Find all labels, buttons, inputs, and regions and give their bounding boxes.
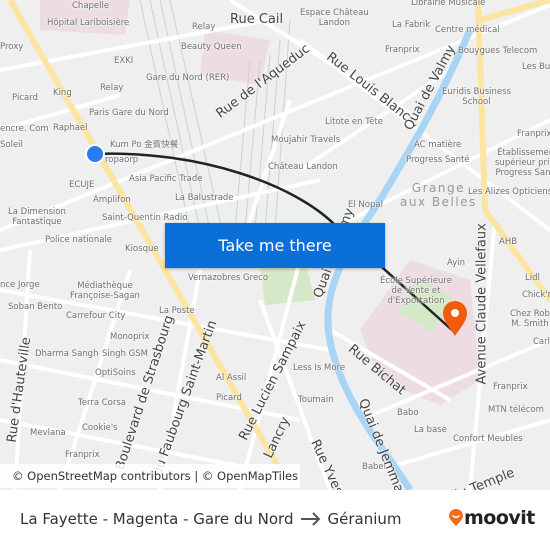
trip-destination: Géranium: [327, 510, 402, 528]
poi-label: Relay: [192, 22, 216, 32]
arrow-right-icon: [300, 512, 320, 526]
poi-label: Cookie's: [82, 423, 118, 433]
poi-label: ropaorp: [105, 155, 139, 165]
poi-label: Picard: [12, 93, 38, 103]
poi-label: Al Assil: [216, 373, 247, 383]
poi-label: Chapelle: [72, 1, 110, 11]
poi-label: Confort Meubles: [453, 434, 523, 444]
poi-label: OptiSoins: [95, 368, 136, 378]
poi-label: Hôpital Lariboisière: [47, 18, 130, 28]
poi-label: Ayin: [447, 258, 466, 268]
poi-label: encre. Com: [0, 124, 49, 134]
poi-label: Euridis Business School: [442, 87, 511, 107]
poi-label: Monoprix: [110, 332, 150, 342]
poi-label: Château Landon: [268, 162, 338, 172]
poi-label: La base: [414, 425, 447, 435]
poi-label: Terra Corsa: [78, 398, 126, 408]
moovit-pin-icon: [449, 509, 463, 526]
poi-label: Bouygues Telecom: [458, 46, 538, 56]
poi-label: Soleil: [0, 140, 23, 150]
moovit-logo: moovit: [448, 507, 535, 529]
poi-label: Singh GSM: [102, 349, 148, 359]
poi-label: MTN télécom: [488, 405, 544, 415]
poi-label: Médiathèque Françoise-Sagan: [70, 281, 140, 301]
poi-label: Beauty Queen: [181, 42, 242, 52]
poi-label: La Balustrade: [175, 193, 234, 203]
poi-label: Établissement supérieur privé Progress S…: [495, 148, 550, 178]
poi-label: Carl: [533, 337, 550, 347]
poi-label: Les Alizes Opticiens: [468, 187, 550, 197]
poi-label: Saint-Quentin Radio: [102, 213, 188, 223]
poi-label: Police nationale: [45, 235, 113, 245]
trip-origin: La Fayette - Magenta - Gare du Nord: [20, 510, 294, 528]
street-label: Rue Cail: [230, 12, 284, 27]
poi-label: Raphael: [53, 123, 88, 133]
poi-label: nce Jorge: [0, 280, 40, 290]
poi-label: Progress Santé: [406, 155, 470, 165]
poi-label: École Supérieure de Vente et d'Exportati…: [380, 276, 452, 306]
trip-summary: La Fayette - Magenta - Gare du Nord Géra…: [20, 510, 402, 528]
poi-label: Paris Gare du Nord: [89, 108, 169, 118]
poi-label: Carrefour City: [66, 311, 126, 321]
origin-dot-icon[interactable]: [85, 144, 105, 164]
street-label: Avenue Claude Vellefaux: [474, 223, 490, 385]
poi-label: Kum Po 金賓快餐: [110, 140, 179, 150]
poi-label: EXKI: [114, 56, 134, 66]
poi-label: Moujahir Travels: [271, 135, 341, 145]
poi-label: AHB: [499, 237, 518, 247]
poi-label: Librairie Musicale: [411, 0, 486, 8]
poi-label: Relay: [100, 83, 124, 93]
poi-label: Asia Pacific Trade: [129, 174, 203, 184]
poi-label: King: [53, 88, 72, 98]
map-attribution[interactable]: © OpenStreetMap contributors | © OpenMap…: [0, 464, 300, 488]
district-label: Grange aux Belles: [400, 181, 477, 209]
poi-label: AC matière: [414, 140, 462, 150]
poi-label: Amplifon: [93, 195, 131, 205]
poi-label: Franprix: [517, 129, 550, 139]
take-me-there-button[interactable]: Take me there: [165, 223, 385, 268]
poi-label: Proxy: [0, 42, 24, 52]
poi-label: Litote en Tête: [325, 117, 384, 127]
poi-label: Vernazobres Greco: [188, 273, 269, 283]
poi-label: Mevlana: [30, 428, 66, 438]
poi-label: Less Is More: [293, 363, 346, 373]
poi-label: Soban Bento: [8, 302, 63, 312]
poi-label: Centre médical: [435, 25, 500, 35]
poi-label: Dharma Sangh: [35, 349, 99, 359]
poi-label: Chez Rob M. Smith: [510, 309, 550, 329]
poi-label: Toumain: [298, 395, 334, 405]
poi-label: La Dimension Fantastique: [8, 207, 66, 227]
poi-label: Franprix: [493, 382, 528, 392]
poi-label: Lidl: [525, 273, 540, 283]
poi-label: Chick'n: [522, 290, 550, 300]
poi-label: El Nopal: [348, 200, 383, 210]
poi-label: Kiosque: [125, 244, 159, 254]
poi-label: Espace Château Landon: [300, 8, 369, 28]
poi-label: Les Bu: [522, 62, 550, 72]
poi-label: ECUJE: [69, 180, 95, 190]
map[interactable]: Chapelle Hôpital Lariboisière Proxy Rela…: [0, 0, 550, 490]
poi-label: Franprix: [385, 45, 420, 55]
poi-label: Franprix: [65, 450, 100, 460]
poi-label: La Fabrik: [392, 20, 431, 30]
poi-label: Picard: [216, 393, 242, 403]
brand-name: moovit: [464, 507, 535, 529]
poi-label: Babo: [397, 408, 419, 418]
poi-label: Gare du Nord (RER): [146, 73, 230, 83]
